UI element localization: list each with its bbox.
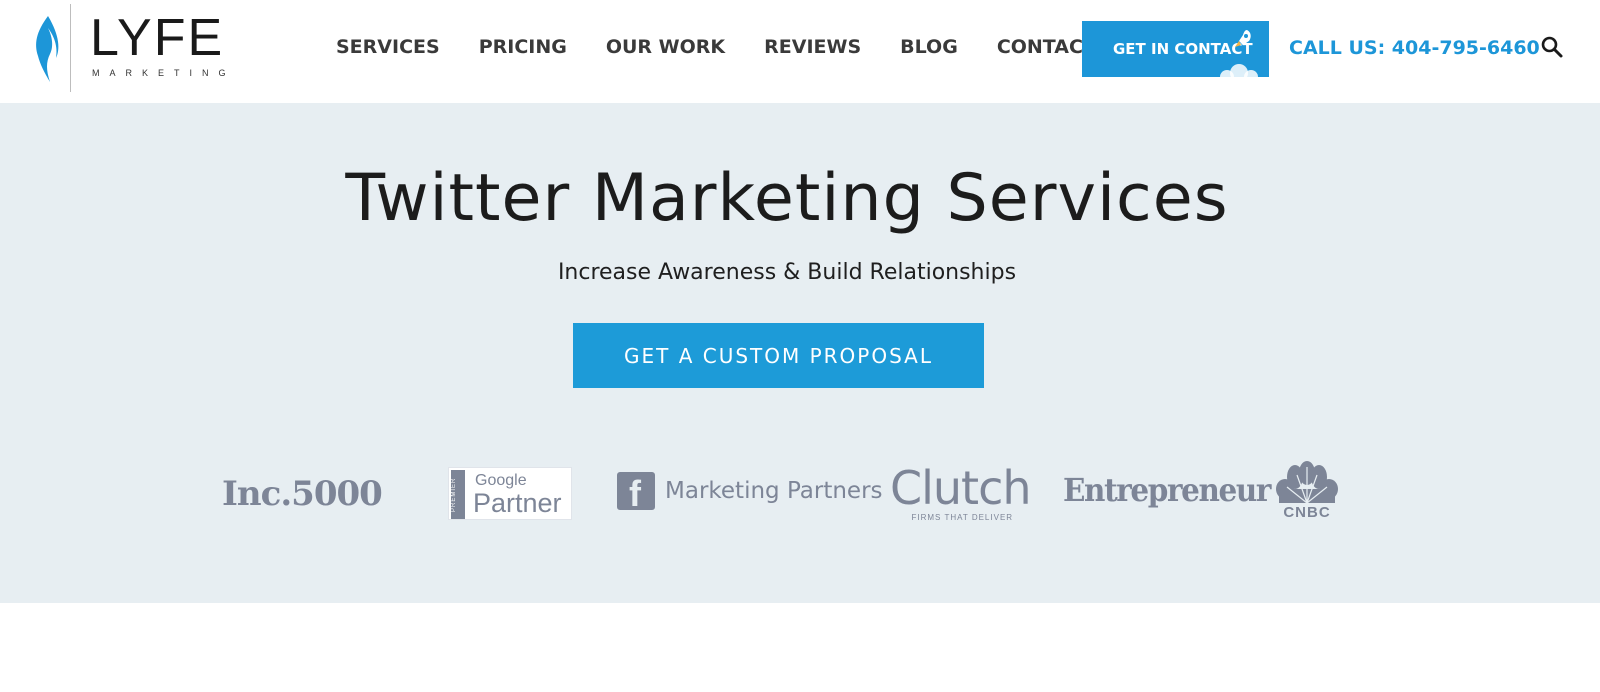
hero-section: Twitter Marketing Services Increase Awar…: [0, 103, 1600, 603]
page-subtitle: Increase Awareness & Build Relationships: [557, 260, 1017, 285]
clutch-label: Clutch: [890, 461, 1032, 515]
logo-wordmark: LYFE: [90, 9, 225, 67]
google-partner-logo: PREMIER Google Partner: [448, 467, 572, 520]
nav-our-work[interactable]: OUR WORK: [606, 36, 725, 58]
inc-5000-logo: Inc.5000: [222, 474, 383, 514]
cnbc-label: CNBC: [1283, 504, 1331, 521]
facebook-partners-label: Marketing Partners: [665, 478, 883, 504]
facebook-marketing-partners-logo: f Marketing Partners: [617, 472, 883, 514]
nav-pricing[interactable]: PRICING: [479, 36, 567, 58]
rocket-icon: [1235, 30, 1251, 47]
entrepreneur-logo: Entrepreneur: [1063, 471, 1271, 509]
nav-blog[interactable]: BLOG: [900, 36, 958, 58]
google-premier-badge: PREMIER: [451, 470, 465, 519]
get-in-contact-label: GET IN CONTACT: [1113, 40, 1253, 58]
clutch-logo: Clutch FIRMS THAT DELIVER: [890, 461, 1032, 522]
logo[interactable]: LYFE MARKETING: [30, 4, 230, 92]
call-us-link[interactable]: CALL US: 404-795-6460: [1289, 37, 1540, 59]
facebook-icon: f: [617, 472, 655, 514]
partner-logos: Inc.5000 PREMIER Google Partner f Market…: [0, 461, 1600, 533]
main-nav: SERVICES PRICING OUR WORK REVIEWS BLOG C…: [336, 36, 1135, 58]
page-title: Twitter Marketing Services: [345, 161, 1229, 236]
clutch-tagline: FIRMS THAT DELIVER: [911, 513, 1014, 522]
site-header: LYFE MARKETING SERVICES PRICING OUR WORK…: [0, 0, 1600, 103]
nav-services[interactable]: SERVICES: [336, 36, 440, 58]
partner-label: Partner: [473, 488, 562, 518]
cnbc-logo: CNBC: [1271, 461, 1343, 521]
get-in-contact-button[interactable]: GET IN CONTACT: [1082, 21, 1269, 77]
logo-subtitle: MARKETING: [92, 68, 236, 78]
custom-proposal-button[interactable]: GET A CUSTOM PROPOSAL: [573, 323, 984, 388]
flame-icon: [36, 16, 59, 82]
logo-divider: [70, 4, 71, 92]
nav-reviews[interactable]: REVIEWS: [764, 36, 861, 58]
search-icon[interactable]: [1540, 35, 1564, 59]
peacock-icon: [1276, 461, 1338, 504]
cloud-icon: [1220, 64, 1258, 77]
